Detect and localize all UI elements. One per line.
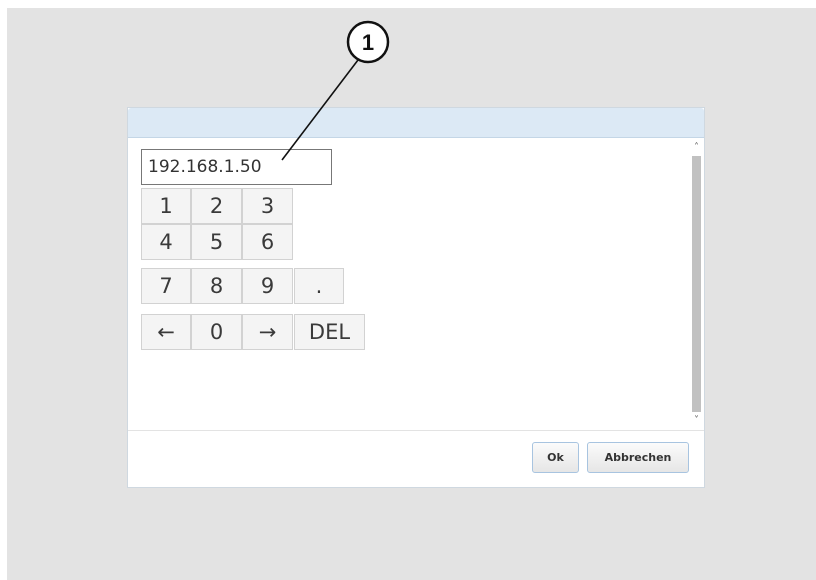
callout-annotation: 1 (281, 20, 390, 161)
callout-leader-line (281, 59, 359, 161)
callout-number: 1 (362, 30, 374, 55)
